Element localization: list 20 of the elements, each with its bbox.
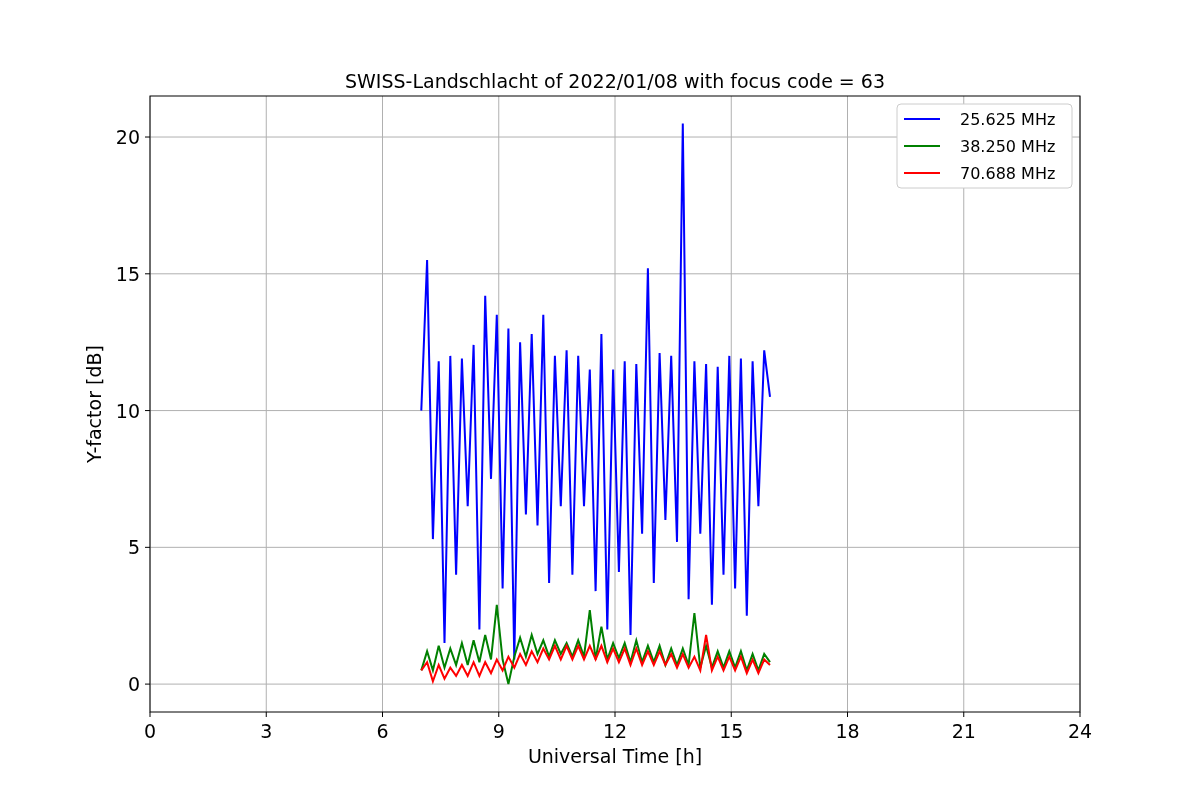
x-tick-label: 18 [835,720,860,742]
legend-label: 38.250 MHz [960,137,1056,156]
x-tick-label: 12 [602,720,628,742]
y-tick-label: 0 [127,673,140,696]
x-tick-label: 24 [1067,720,1093,742]
x-tick-label: 0 [143,720,157,742]
y-tick-label: 5 [127,536,140,559]
x-tick-label: 9 [492,720,505,742]
x-tick-label: 21 [951,720,976,742]
y-tick-label: 15 [115,262,140,285]
y-tick-label: 20 [115,126,140,149]
chart-title: SWISS-Landschlacht of 2022/01/08 with focus code = 63 [345,70,885,92]
x-tick-label: 6 [376,720,389,742]
y-axis-label: Y-factor [dB] [83,345,105,463]
x-axis-label: Universal Time [h] [527,745,703,767]
y-tick-label: 10 [115,399,140,422]
legend-label: 25.625 MHz [960,110,1056,129]
legend-label: 70.688 MHz [960,164,1056,183]
x-tick-label: 3 [260,720,273,742]
x-tick-label: 15 [719,720,744,742]
